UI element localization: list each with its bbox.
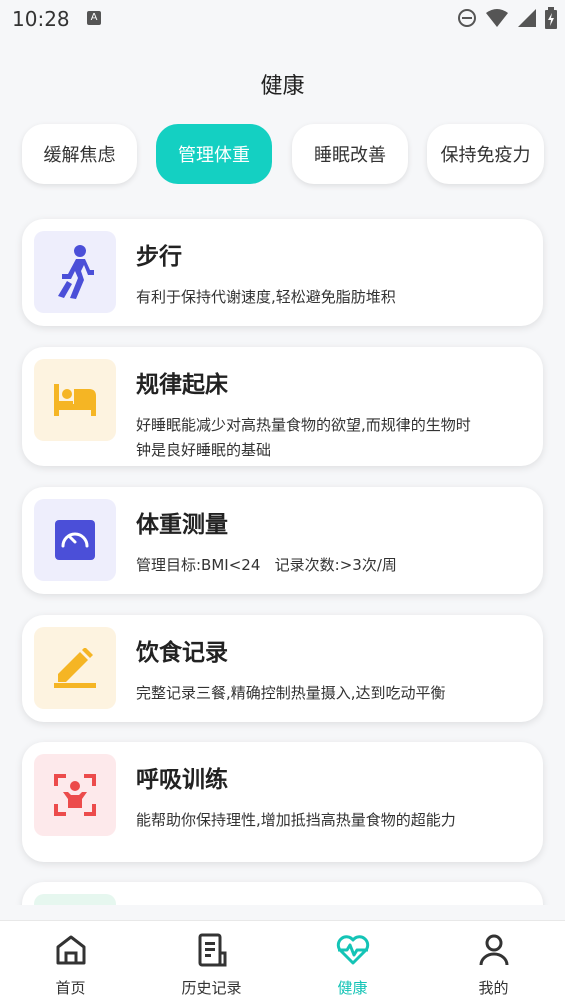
habit-list[interactable]: 步行 有利于保持代谢速度,轻松避免脂肪堆积 规律起床 好睡眠能减少对高热量食物的…	[0, 0, 565, 905]
moon-icon-box	[34, 894, 116, 905]
habit-card-diet-log[interactable]: 饮食记录 完整记录三餐,精确控制热量摄入,达到吃动平衡	[22, 615, 543, 722]
scale-icon-box	[34, 499, 116, 581]
nav-mine[interactable]: 我的	[423, 921, 564, 1005]
habit-card-walking[interactable]: 步行 有利于保持代谢速度,轻松避免脂肪堆积	[22, 219, 543, 326]
person-icon	[479, 934, 508, 966]
heart-pulse-icon	[336, 935, 369, 965]
breathing-person-icon	[54, 774, 96, 816]
habit-title: 早睡	[136, 900, 182, 905]
habit-title: 呼吸训练	[136, 767, 228, 793]
habit-card-early-sleep[interactable]: 早睡	[22, 882, 543, 905]
bottom-navigation: 首页 历史记录 健康 我的	[0, 920, 565, 1005]
nav-label: 首页	[55, 979, 86, 997]
pencil-icon-box	[34, 627, 116, 709]
scale-icon	[55, 520, 95, 560]
habit-title: 步行	[136, 244, 182, 270]
habit-title: 规律起床	[136, 372, 228, 398]
history-document-icon	[198, 933, 226, 967]
habit-card-regular-wake[interactable]: 规律起床 好睡眠能减少对高热量食物的欲望,而规律的生物时钟是良好睡眠的基础	[22, 347, 543, 466]
bed-icon	[54, 384, 96, 416]
habit-description: 能帮助你保持理性,增加抵挡高热量食物的超能力	[136, 811, 456, 829]
habit-description: 管理目标:BMI<24 记录次数:>3次/周	[136, 556, 397, 574]
habit-description: 好睡眠能减少对高热量食物的欲望,而规律的生物时钟是良好睡眠的基础	[136, 416, 471, 459]
habit-title: 饮食记录	[136, 640, 228, 666]
nav-label: 历史记录	[181, 979, 242, 997]
nav-label: 健康	[337, 979, 368, 997]
pencil-icon	[54, 648, 96, 688]
nav-health[interactable]: 健康	[282, 921, 423, 1005]
bed-icon-box	[34, 359, 116, 441]
home-icon	[56, 935, 85, 965]
habit-title: 体重测量	[136, 512, 228, 538]
habit-card-weight-measure[interactable]: 体重测量 管理目标:BMI<24 记录次数:>3次/周	[22, 487, 543, 594]
walking-person-icon	[58, 245, 94, 299]
habit-description: 完整记录三餐,精确控制热量摄入,达到吃动平衡	[136, 684, 446, 702]
nav-history[interactable]: 历史记录	[141, 921, 282, 1005]
nav-label: 我的	[478, 979, 509, 997]
habit-card-breathing[interactable]: 呼吸训练 能帮助你保持理性,增加抵挡高热量食物的超能力	[22, 742, 543, 862]
breathing-icon-box	[34, 754, 116, 836]
walking-icon-box	[34, 231, 116, 313]
nav-home[interactable]: 首页	[0, 921, 141, 1005]
habit-description: 有利于保持代谢速度,轻松避免脂肪堆积	[136, 288, 396, 306]
